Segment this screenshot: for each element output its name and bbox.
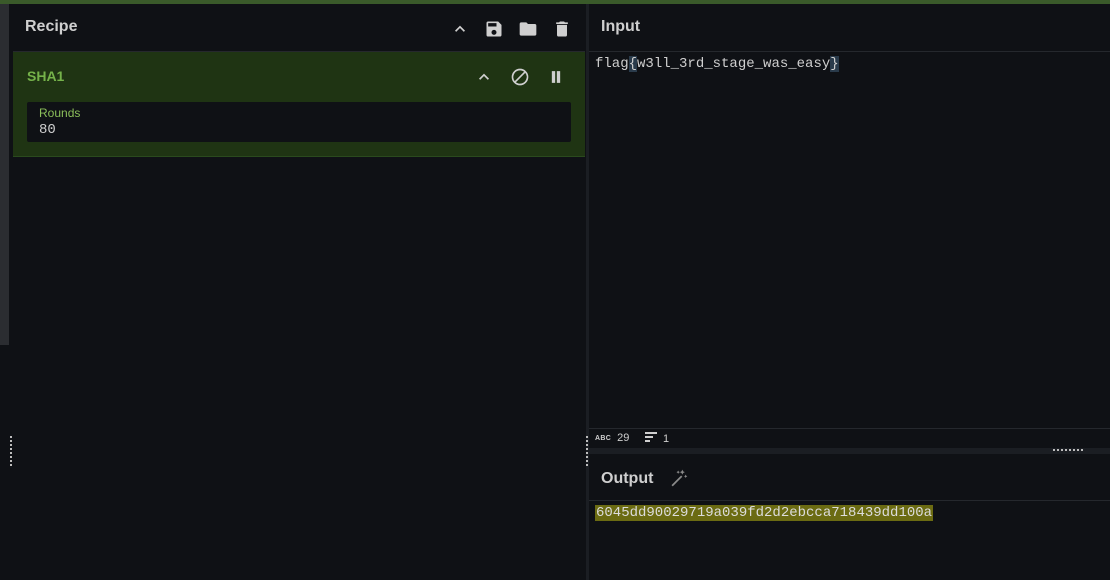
char-count-value: 29 xyxy=(617,432,630,444)
output-title: Output xyxy=(601,470,654,487)
recipe-actions xyxy=(449,18,573,40)
pause-icon[interactable] xyxy=(545,66,567,88)
recipe-panel: Recipe SHA1 Rounds 80 xyxy=(13,4,585,580)
char-count: ABC 29 xyxy=(595,432,629,444)
recipe-title: Recipe xyxy=(25,18,78,35)
io-resize-handle[interactable] xyxy=(1053,449,1083,451)
abc-icon: ABC xyxy=(595,434,612,442)
folder-icon[interactable] xyxy=(517,18,539,40)
operation-card-sha1[interactable]: SHA1 Rounds 80 xyxy=(13,52,585,157)
recipe-header: Recipe xyxy=(13,4,585,52)
line-count-value: 1 xyxy=(663,432,670,445)
main-resize-handle[interactable] xyxy=(586,436,588,466)
lines-icon xyxy=(645,432,657,445)
chevron-up-icon[interactable] xyxy=(449,18,471,40)
input-title: Input xyxy=(601,18,641,35)
output-text[interactable]: 6045dd90029719a039fd2d2ebcca718439dd100a xyxy=(595,505,934,521)
save-icon[interactable] xyxy=(483,18,505,40)
input-open-brace: { xyxy=(628,56,638,72)
rounds-field[interactable]: Rounds 80 xyxy=(27,102,571,142)
rounds-value[interactable]: 80 xyxy=(39,122,56,138)
output-header: Output xyxy=(589,454,1110,501)
chevron-up-icon[interactable] xyxy=(473,66,495,88)
line-count: 1 xyxy=(645,432,669,445)
input-text-body: w3ll_3rd_stage_was_easy xyxy=(637,56,831,72)
input-close-brace: } xyxy=(830,56,839,72)
left-scrollbar[interactable] xyxy=(0,4,9,345)
disable-icon[interactable] xyxy=(509,66,531,88)
input-text-prefix: flag xyxy=(595,56,629,72)
left-resize-handle[interactable] xyxy=(10,436,12,466)
output-panel: Output 6045dd90029719a039fd2d2ebcca71843… xyxy=(589,454,1110,580)
rounds-label: Rounds xyxy=(39,106,81,120)
operation-title: SHA1 xyxy=(27,68,65,84)
input-textarea[interactable]: flag{w3ll_3rd_stage_was_easy} xyxy=(595,56,839,72)
magic-wand-icon[interactable] xyxy=(669,468,689,488)
trash-icon[interactable] xyxy=(551,18,573,40)
operation-controls xyxy=(473,66,567,88)
input-status-bar: ABC 29 1 xyxy=(589,428,1110,449)
input-header: Input xyxy=(589,4,1110,52)
input-panel: Input flag{w3ll_3rd_stage_was_easy} xyxy=(589,4,1110,449)
